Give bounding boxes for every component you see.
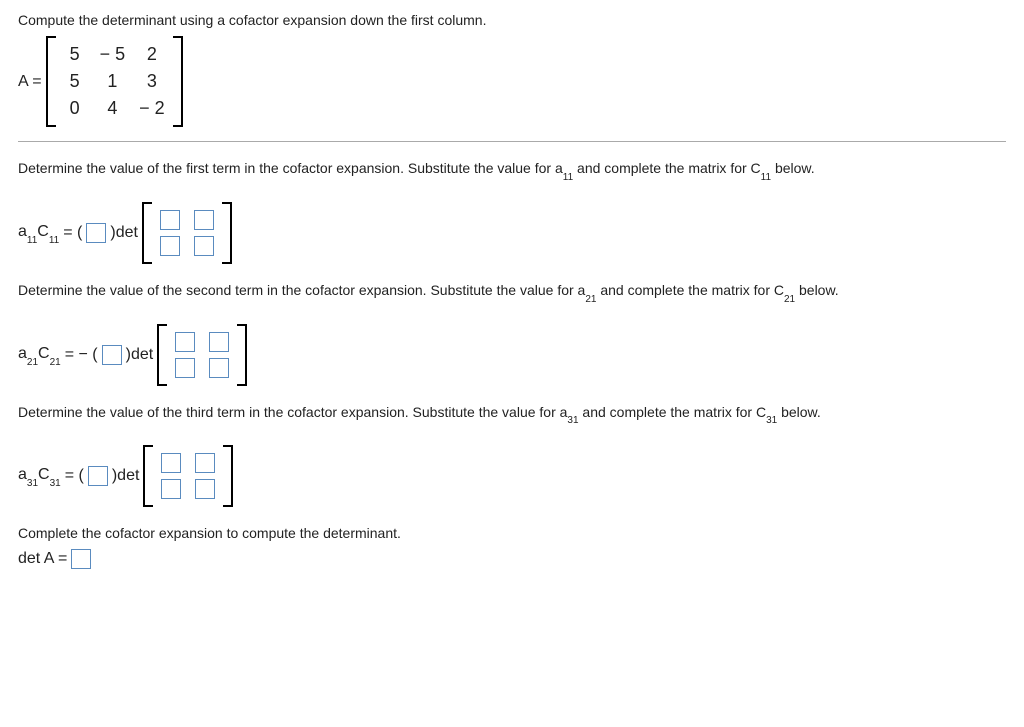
step3-text-b: and complete the matrix for C <box>579 404 767 420</box>
a-cell: 2 <box>141 44 163 65</box>
matrix-A: 5 − 5 2 5 1 3 0 4 − 2 <box>46 36 183 127</box>
step2-text-c: below. <box>795 282 839 298</box>
c11-cell[interactable] <box>160 236 180 256</box>
a-cell: 5 <box>64 71 86 92</box>
eq1-lhs: a11C11 <box>18 223 59 243</box>
c21-cell[interactable] <box>209 358 229 378</box>
step2-text-b: and complete the matrix for C <box>596 282 784 298</box>
a-cell: 5 <box>64 44 86 65</box>
sub-11: 11 <box>563 172 573 183</box>
eq1-close: )det <box>110 224 138 242</box>
a-cell: 1 <box>101 71 123 92</box>
eq2-close: )det <box>126 346 154 364</box>
detA-label: det A = <box>18 550 67 568</box>
step1-text: Determine the value of the first term in… <box>18 160 563 176</box>
eq3-lhs: a31C31 <box>18 466 61 486</box>
matrix-A-label: A = <box>18 73 42 91</box>
c21-cell[interactable] <box>209 332 229 352</box>
c31-cell[interactable] <box>195 479 215 499</box>
sub-31: 31 <box>567 415 578 426</box>
eq3-mid: = ( <box>65 467 84 485</box>
step2-text: Determine the value of the second term i… <box>18 282 585 298</box>
step1-text-b: and complete the matrix for C <box>573 160 761 176</box>
eq2-mid: = − ( <box>65 346 98 364</box>
eq3-close: )det <box>112 467 140 485</box>
a-cell: 0 <box>64 98 86 119</box>
eq1-mid: = ( <box>63 224 82 242</box>
sub-21: 21 <box>585 294 596 305</box>
c11-cell[interactable] <box>194 236 214 256</box>
divider <box>18 141 1006 142</box>
step3-text: Determine the value of the third term in… <box>18 404 567 420</box>
step1-text-c: below. <box>771 160 815 176</box>
c21-cell[interactable] <box>175 332 195 352</box>
c21-cell[interactable] <box>175 358 195 378</box>
c11-cell[interactable] <box>194 210 214 230</box>
instruction-text: Compute the determinant using a cofactor… <box>18 12 486 28</box>
a21-input[interactable] <box>102 345 122 365</box>
c31-cell[interactable] <box>161 479 181 499</box>
sub-21b: 21 <box>784 294 795 305</box>
a31-input[interactable] <box>88 466 108 486</box>
c11-cell[interactable] <box>160 210 180 230</box>
c21-matrix <box>157 324 247 386</box>
c31-cell[interactable] <box>161 453 181 473</box>
c11-matrix <box>142 202 232 264</box>
step3-text-c: below. <box>777 404 821 420</box>
sub-11b: 11 <box>761 172 771 183</box>
eq2-lhs: a21C21 <box>18 345 61 365</box>
a-cell: − 5 <box>100 44 126 65</box>
c31-matrix <box>143 445 233 507</box>
a-cell: 3 <box>141 71 163 92</box>
a11-input[interactable] <box>86 223 106 243</box>
sub-31b: 31 <box>766 415 777 426</box>
a-cell: − 2 <box>139 98 165 119</box>
detA-input[interactable] <box>71 549 91 569</box>
c31-cell[interactable] <box>195 453 215 473</box>
final-text: Complete the cofactor expansion to compu… <box>18 525 401 541</box>
a-cell: 4 <box>101 98 123 119</box>
